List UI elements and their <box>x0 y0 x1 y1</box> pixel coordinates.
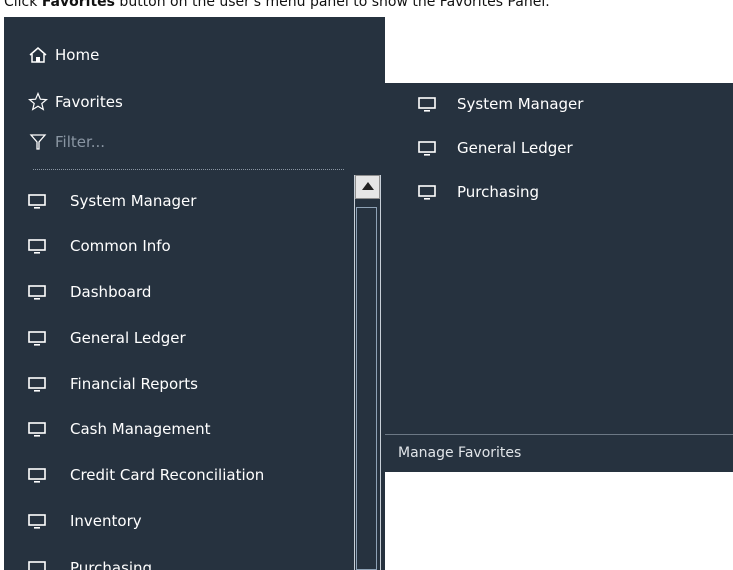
filter-placeholder: Filter... <box>55 133 106 151</box>
star-icon <box>28 92 48 111</box>
menu-item-dashboard[interactable]: Dashboard <box>4 278 350 308</box>
monitor-icon <box>28 194 46 209</box>
favorite-item-general-ledger[interactable]: General Ledger <box>385 134 733 164</box>
favorites-panel: System Manager General Ledger Purchasing… <box>385 83 733 472</box>
menu-item-cash-management[interactable]: Cash Management <box>4 415 350 445</box>
monitor-icon <box>418 185 436 200</box>
monitor-icon <box>28 468 46 483</box>
monitor-icon <box>28 331 46 346</box>
home-label: Home <box>55 46 100 64</box>
menu-item-label: Purchasing <box>70 559 153 570</box>
favorites-button[interactable]: Favorites <box>4 87 385 117</box>
monitor-icon <box>418 97 436 112</box>
menu-item-label: Financial Reports <box>70 375 198 393</box>
favorite-item-purchasing[interactable]: Purchasing <box>385 178 733 208</box>
filter-divider <box>33 169 344 170</box>
monitor-icon <box>28 561 46 570</box>
favorite-item-label: General Ledger <box>457 139 573 157</box>
monitor-icon <box>28 285 46 300</box>
monitor-icon <box>28 422 46 437</box>
instruction-text: Click Favorites button on the user's men… <box>4 0 733 10</box>
menu-item-common-info[interactable]: Common Info <box>4 232 350 262</box>
menu-item-label: Credit Card Reconciliation <box>70 466 265 484</box>
menu-item-financial-reports[interactable]: Financial Reports <box>4 370 350 400</box>
scroll-thumb[interactable] <box>356 207 377 570</box>
filter-icon <box>29 134 47 150</box>
menu-item-general-ledger[interactable]: General Ledger <box>4 324 350 354</box>
menu-item-label: Inventory <box>70 512 142 530</box>
favorite-item-label: Purchasing <box>457 183 540 201</box>
menu-item-label: General Ledger <box>70 329 186 347</box>
manage-favorites-button[interactable]: Manage Favorites <box>385 434 733 472</box>
monitor-icon <box>418 141 436 156</box>
instruction-bold: Favorites <box>41 0 115 10</box>
home-icon <box>29 47 47 63</box>
instruction-prefix: Click <box>4 0 42 10</box>
menu-item-label: Common Info <box>70 237 171 255</box>
monitor-icon <box>28 239 46 254</box>
manage-favorites-label: Manage Favorites <box>398 445 522 461</box>
filter-input[interactable]: Filter... <box>4 127 344 157</box>
menu-item-inventory[interactable]: Inventory <box>4 507 350 537</box>
favorite-item-label: System Manager <box>457 95 584 113</box>
menu-item-purchasing[interactable]: Purchasing <box>4 554 350 570</box>
user-menu-panel: Home Favorites Filter... System Manager … <box>4 17 385 570</box>
favorite-item-system-manager[interactable]: System Manager <box>385 90 733 120</box>
menu-item-label: Cash Management <box>70 420 211 438</box>
monitor-icon <box>28 377 46 392</box>
home-button[interactable]: Home <box>4 40 385 70</box>
menu-item-credit-card-reconciliation[interactable]: Credit Card Reconciliation <box>4 461 350 491</box>
instruction-suffix: button on the user's menu panel to show … <box>114 0 550 10</box>
favorites-label: Favorites <box>55 93 123 111</box>
menu-item-label: System Manager <box>70 192 197 210</box>
menu-item-system-manager[interactable]: System Manager <box>4 187 350 217</box>
monitor-icon <box>28 514 46 529</box>
scroll-up-arrow-icon[interactable] <box>355 175 380 199</box>
menu-scrollbar[interactable] <box>354 175 381 570</box>
menu-item-label: Dashboard <box>70 283 152 301</box>
